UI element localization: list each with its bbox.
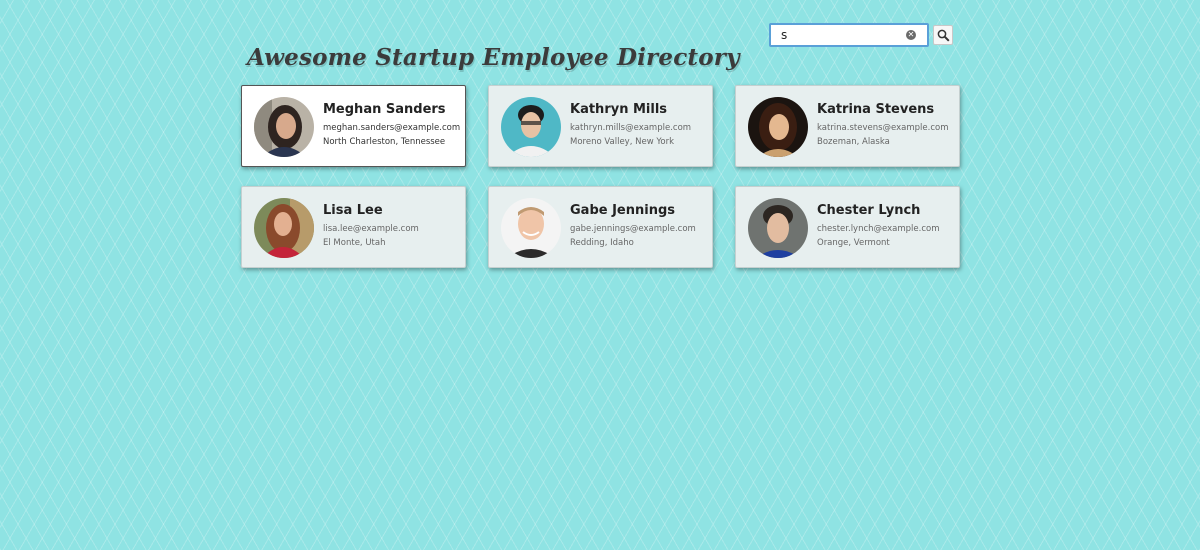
employee-card[interactable]: Kathryn Mills kathryn.mills@example.com … <box>488 85 713 167</box>
employee-name: Meghan Sanders <box>323 102 446 117</box>
magnifier-icon <box>937 29 950 42</box>
employee-location: Bozeman, Alaska <box>817 137 890 147</box>
avatar <box>501 198 561 258</box>
employee-email: chester.lynch@example.com <box>817 224 940 234</box>
employee-email: lisa.lee@example.com <box>323 224 419 234</box>
employee-email: kathryn.mills@example.com <box>570 123 692 133</box>
employee-location: Redding, Idaho <box>570 238 634 248</box>
employee-card[interactable]: Gabe Jennings gabe.jennings@example.com … <box>488 186 713 268</box>
employee-name: Gabe Jennings <box>570 203 676 218</box>
employee-name: Lisa Lee <box>323 203 383 218</box>
employee-email: gabe.jennings@example.com <box>570 224 696 234</box>
employee-location: Moreno Valley, New York <box>570 137 675 147</box>
employee-name: Chester Lynch <box>817 203 921 218</box>
avatar <box>748 198 808 258</box>
avatar <box>501 97 561 157</box>
avatar <box>254 198 314 258</box>
employee-card[interactable]: Chester Lynch chester.lynch@example.com … <box>735 186 960 268</box>
employee-email: katrina.stevens@example.com <box>817 123 949 133</box>
employee-card[interactable]: Lisa Lee lisa.lee@example.com El Monte, … <box>241 186 466 268</box>
page-title: Awesome Startup Employee Directory <box>247 44 740 72</box>
employee-location: North Charleston, Tennessee <box>323 137 446 147</box>
employee-name: Katrina Stevens <box>817 102 935 117</box>
avatar <box>748 97 808 157</box>
search-button[interactable] <box>933 25 953 45</box>
search-input[interactable] <box>769 23 929 47</box>
employee-card[interactable]: Katrina Stevens katrina.stevens@example.… <box>735 85 960 167</box>
employee-name: Kathryn Mills <box>570 102 668 117</box>
clear-icon[interactable]: ✕ <box>906 30 916 40</box>
employee-location: El Monte, Utah <box>323 238 386 248</box>
employee-location: Orange, Vermont <box>817 238 890 248</box>
employee-email: meghan.sanders@example.com <box>323 123 461 133</box>
avatar <box>254 97 314 157</box>
employee-card[interactable]: Meghan Sanders meghan.sanders@example.co… <box>241 85 466 167</box>
